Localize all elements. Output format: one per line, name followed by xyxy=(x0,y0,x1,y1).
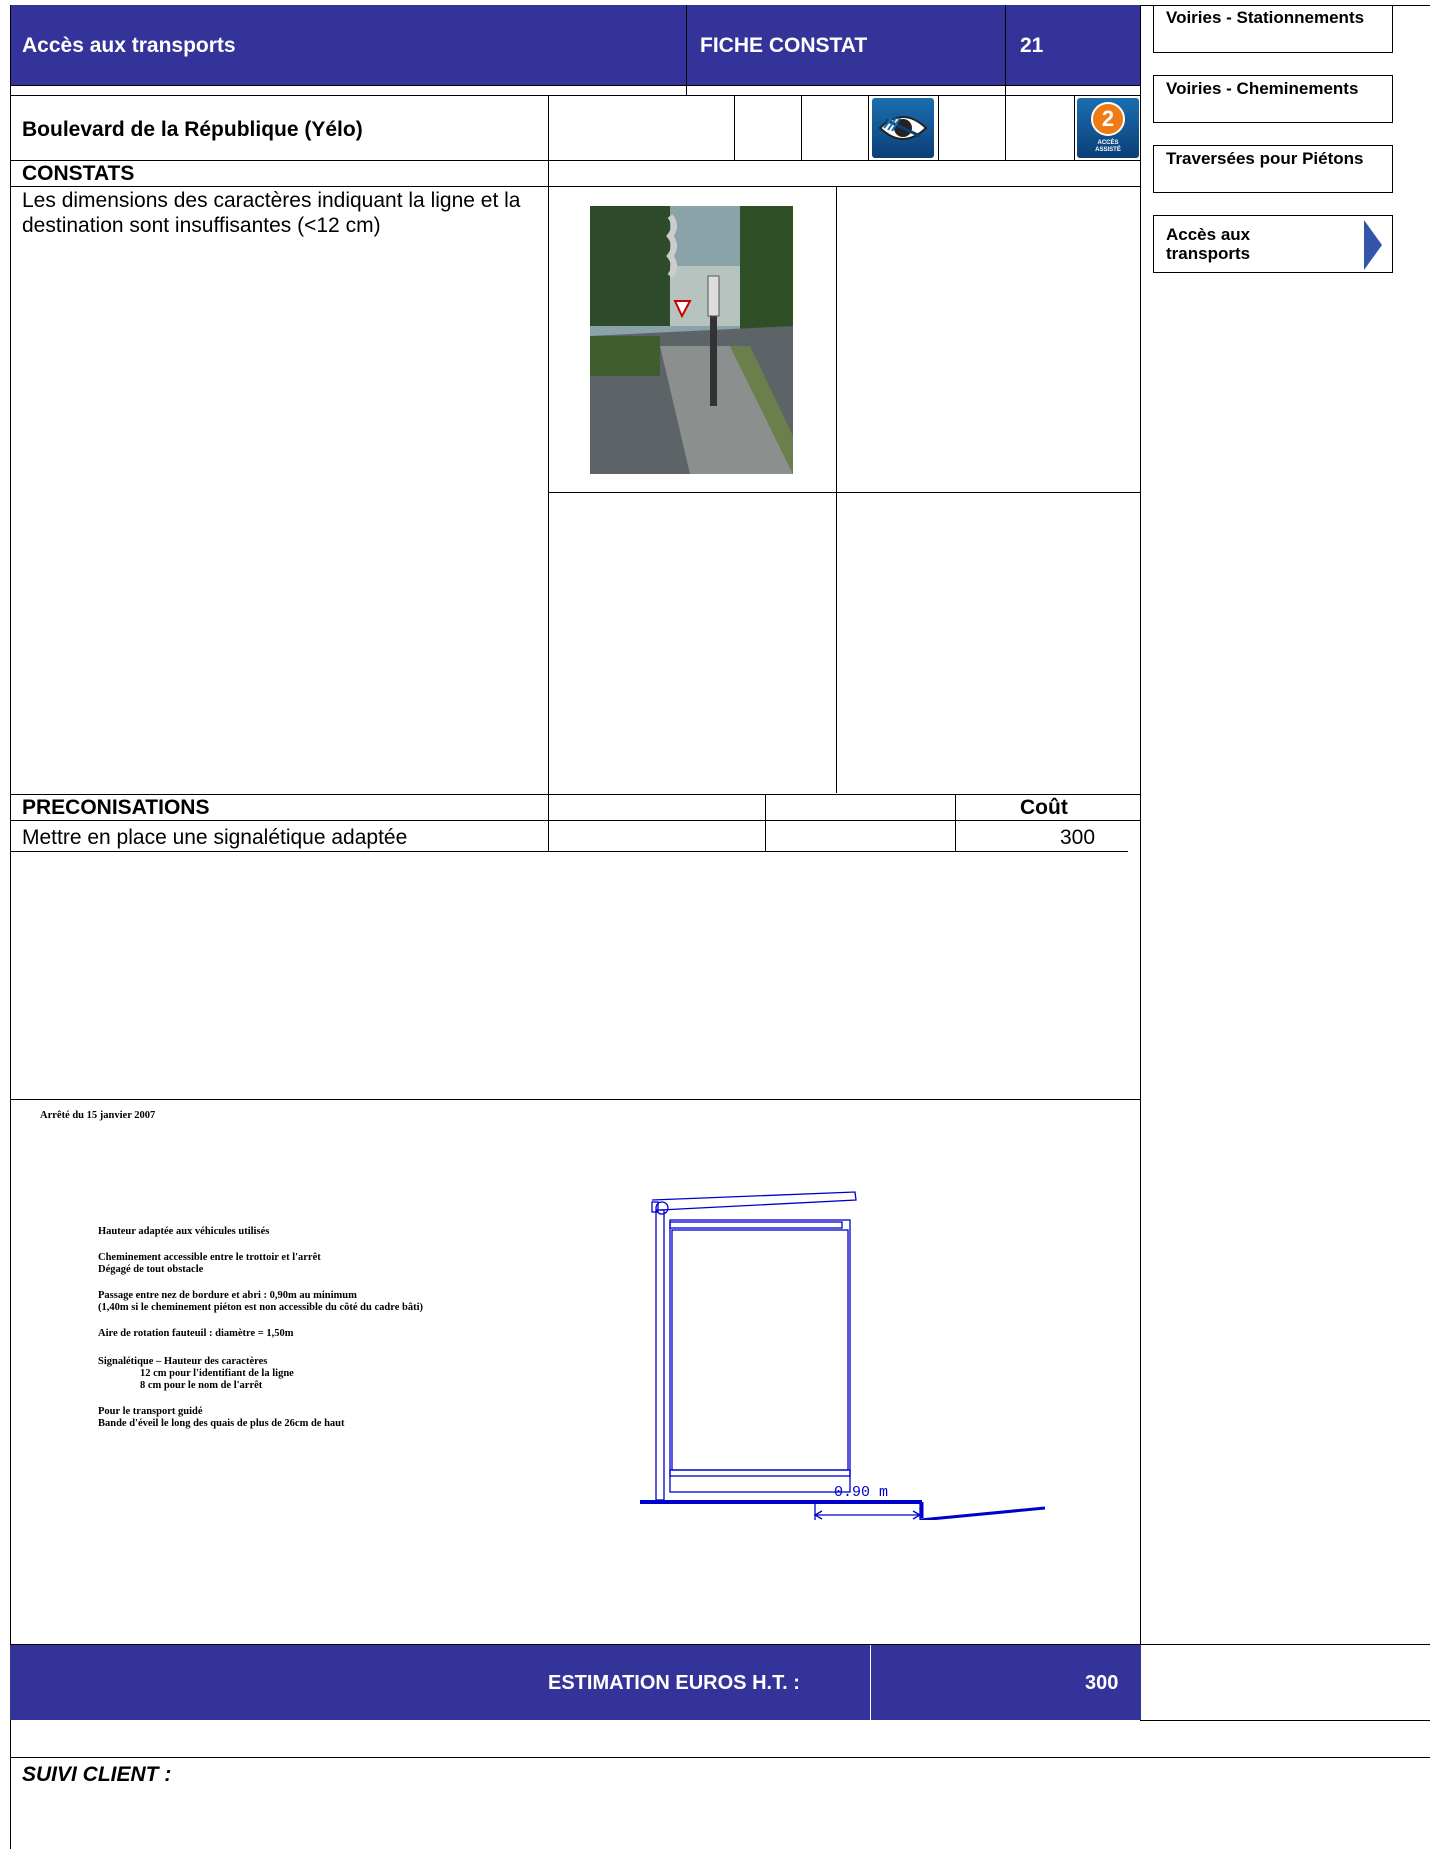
dimension-label: 0.90 m xyxy=(834,1484,889,1501)
active-arrow-icon xyxy=(1364,220,1382,270)
header-sheet-type: FICHE CONSTAT xyxy=(700,34,868,57)
regulation-line-4: Passage entre nez de bordure et abri : 0… xyxy=(98,1290,357,1301)
assisted-access-icon: 2 ACCÈS ASSISTÉ xyxy=(1077,98,1139,158)
preconisations-heading: PRECONISATIONS xyxy=(22,796,210,819)
preconisation-item-text: Mettre en place une signalétique adaptée xyxy=(22,826,408,849)
location-title: Boulevard de la République (Yélo) xyxy=(22,118,363,141)
tab-label: Voiries - Stationnements xyxy=(1166,8,1365,27)
regulation-line-6: Aire de rotation fauteuil : diamètre = 1… xyxy=(98,1328,294,1339)
tab-label: Accès aux transports xyxy=(1166,225,1251,263)
site-photo xyxy=(590,206,793,474)
header-sheet-number: 21 xyxy=(1020,34,1044,57)
regulation-title: Arrêté du 15 janvier 2007 xyxy=(40,1110,156,1121)
constats-text: Les dimensions des caractères indiquant … xyxy=(22,189,521,237)
estimation-value: 300 xyxy=(1085,1672,1119,1694)
tab-voiries-stationnements[interactable]: Voiries - Stationnements xyxy=(1153,5,1393,53)
access-level-text: ACCÈS ASSISTÉ xyxy=(1095,140,1121,153)
cost-header: Coût xyxy=(1020,796,1068,819)
regulation-line-9: 8 cm pour le nom de l'arrêt xyxy=(140,1380,263,1391)
regulation-line-2: Cheminement accessible entre le trottoir… xyxy=(98,1252,321,1263)
regulation-line-8: 12 cm pour l'identifiant de la ligne xyxy=(140,1368,294,1379)
tab-traversees-pietons[interactable]: Traversées pour Piétons xyxy=(1153,145,1393,193)
header-category: Accès aux transports xyxy=(22,34,236,57)
regulation-line-3: Dégagé de tout obstacle xyxy=(98,1264,204,1275)
preconisation-item-cost: 300 xyxy=(1060,826,1096,849)
visual-impairment-icon xyxy=(872,98,934,158)
access-level-number: 2 xyxy=(1091,102,1125,136)
estimation-label: ESTIMATION EUROS H.T. : xyxy=(548,1672,800,1694)
tab-acces-transports[interactable]: Accès aux transports xyxy=(1153,215,1393,273)
suivi-client-label: SUIVI CLIENT : xyxy=(22,1763,172,1786)
regulation-line-10: Pour le transport guidé xyxy=(98,1406,203,1417)
tab-label: Traversées pour Piétons xyxy=(1166,149,1364,168)
regulation-line-1: Hauteur adaptée aux véhicules utilisés xyxy=(98,1226,270,1237)
tab-voiries-cheminements[interactable]: Voiries - Cheminements xyxy=(1153,75,1393,123)
tab-label: Voiries - Cheminements xyxy=(1166,79,1359,98)
regulation-line-7: Signalétique – Hauteur des caractères xyxy=(98,1356,268,1367)
regulation-line-5: (1,40m si le cheminement piéton est non … xyxy=(98,1302,423,1313)
constats-heading: CONSTATS xyxy=(22,162,135,185)
bus-shelter-diagram xyxy=(630,1180,1060,1528)
regulation-line-11: Bande d'éveil le long des quais de plus … xyxy=(98,1418,345,1429)
